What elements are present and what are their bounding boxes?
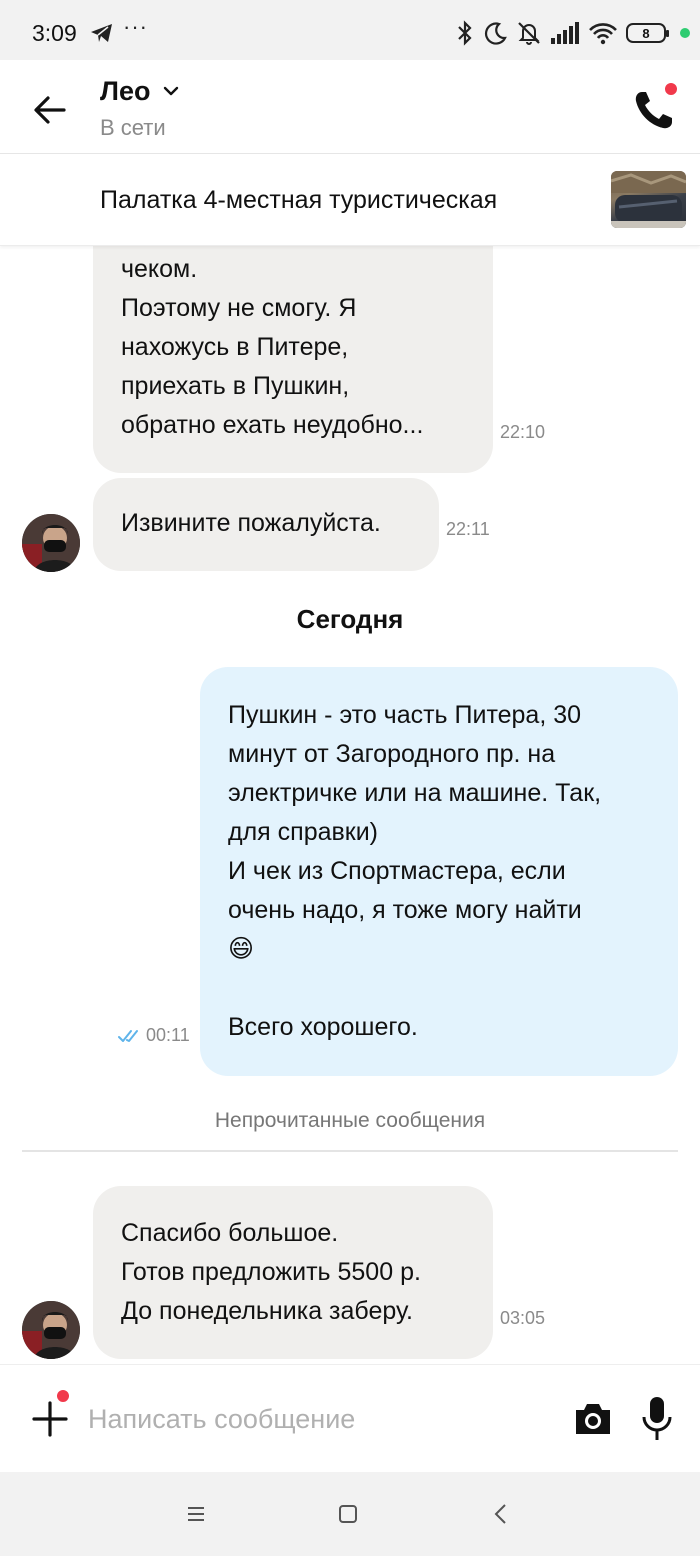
avatar-image [22,514,80,572]
back-button[interactable] [30,90,70,130]
bell-muted-icon [516,20,542,46]
incoming-message-bubble: чеком. Поэтому не смогу. Я нахожусь в Пи… [93,246,493,473]
privacy-indicator-icon [680,28,690,38]
message-composer [0,1364,700,1472]
bluetooth-icon [454,20,476,46]
system-navigation-bar [0,1472,700,1556]
message-text-line [228,969,650,1008]
unread-separator-label: Непрочитанные сообщения [214,1109,486,1132]
more-notifications-icon: ··· [123,14,148,39]
message-text-line: Извините пожалуйста. [121,509,381,537]
message-text-line: Поэтому не смогу. Я [121,294,357,322]
camera-button[interactable] [573,1401,613,1437]
message-text-line: чеком. [121,255,198,283]
telegram-icon [90,22,114,49]
voice-message-button[interactable] [641,1395,673,1443]
message-text-line: электричке или на машине. Так, [228,779,602,807]
message-text-line: Пушкин - это часть Питера, 30 [228,701,582,729]
message-text-line: И чек из Спортмастера, если [228,857,566,885]
message-text-line: очень надо, я тоже могу найти [228,896,582,924]
message-text-line: приехать в Пушкин, [121,372,350,400]
message-text-line: Всего хорошего. [228,1013,418,1041]
product-bar[interactable]: Палатка 4-местная туристическая [0,154,700,246]
message-text-line: обратно ехать неудобно... [121,411,424,439]
recents-button[interactable] [180,1498,212,1530]
message-text-line: Спасибо большое. [121,1219,339,1247]
message-text-line: До понедельника заберу. [121,1297,413,1325]
chat-header: Лео В сети [0,60,700,154]
attach-button[interactable] [30,1387,72,1439]
product-thumbnail[interactable] [611,171,686,228]
message-time: 22:10 [500,422,546,442]
contact-avatar[interactable] [22,1301,80,1359]
message-text-line: Готов предложить 5500 р. [121,1258,421,1286]
notification-dot [662,80,680,98]
unread-separator-line [22,1150,678,1152]
camera-icon [576,1404,610,1434]
chevron-down-icon[interactable] [162,82,180,105]
signal-icon [550,22,580,44]
double-check-icon [118,1028,144,1049]
outgoing-message-bubble: Пушкин - это часть Питера, 30 минут от З… [200,667,678,1076]
message-input[interactable] [88,1395,548,1443]
system-back-button[interactable] [486,1498,518,1530]
smile-emoji: 😄 [228,935,255,963]
chat-history[interactable]: чеком. Поэтому не смогу. Я нахожусь в Пи… [0,246,700,1364]
message-time: 00:11 [146,1025,190,1045]
call-button[interactable] [632,80,680,132]
contact-status: В сети [100,115,166,140]
battery-icon: 8 [626,23,669,43]
incoming-message-bubble: Извините пожалуйста. [93,478,439,571]
message-time: 22:11 [446,519,490,539]
home-button[interactable] [332,1498,364,1530]
contact-avatar[interactable] [22,514,80,572]
incoming-message-bubble: Спасибо большое. Готов предложить 5500 р… [93,1186,493,1359]
moon-icon [484,21,508,45]
square-icon [339,1505,357,1523]
avatar-image [22,1301,80,1359]
arrow-left-icon [34,96,66,124]
tent-image [611,171,686,228]
message-text-line: для справки) [228,818,379,846]
product-title[interactable]: Палатка 4-местная туристическая [100,186,497,215]
chevron-left-icon [494,1504,506,1524]
microphone-icon [642,1397,672,1440]
contact-name[interactable]: Лео [100,76,150,107]
notification-dot [54,1387,72,1405]
menu-icon [188,1507,204,1521]
status-icons: 8 [454,18,690,48]
message-text-line: минут от Загородного пр. на [228,740,556,768]
message-text-line: нахожусь в Питере, [121,333,349,361]
day-separator: Сегодня [296,604,404,634]
status-bar: 3:09 ··· 8 [0,0,700,60]
wifi-icon [588,21,618,45]
plus-icon [32,1401,68,1437]
message-time: 03:05 [500,1308,546,1328]
status-time: 3:09 [32,20,77,46]
